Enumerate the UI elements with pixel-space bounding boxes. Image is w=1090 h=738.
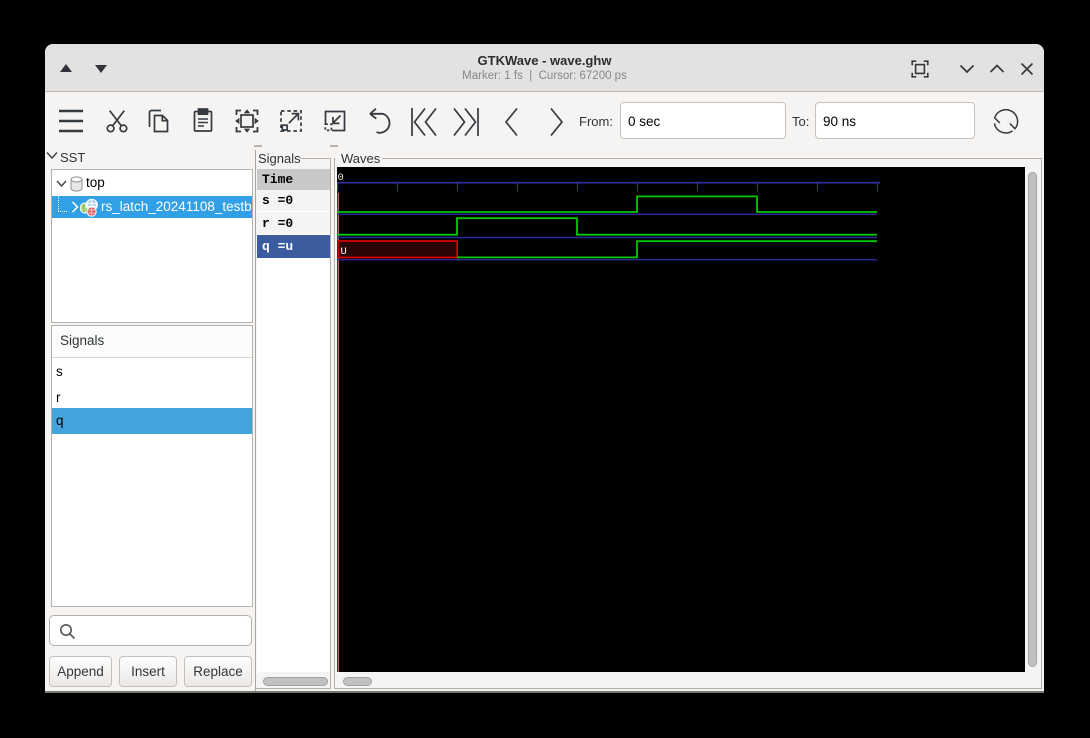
- svg-text:U: U: [341, 246, 347, 258]
